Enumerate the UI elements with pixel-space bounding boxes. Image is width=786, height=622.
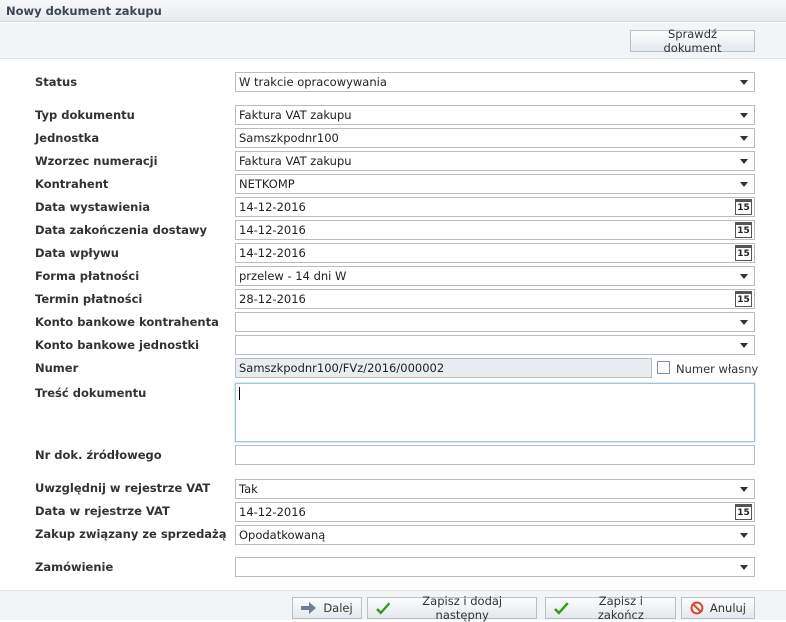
number-field: Samszkpodnr100/FVz/2016/000002 — [235, 358, 652, 378]
window-titlebar: Nowy dokument zakupu — [0, 0, 786, 22]
check-document-label: Sprawdź dokument — [663, 27, 722, 55]
chevron-down-icon[interactable] — [740, 320, 748, 325]
document-content-textarea[interactable] — [235, 383, 755, 442]
chevron-down-icon[interactable] — [740, 274, 748, 279]
unit-label: Jednostka — [35, 131, 100, 145]
cancel-label: Anuluj — [709, 601, 746, 615]
save-and-close-label: Zapisz i zakończ — [597, 594, 644, 622]
source-doc-number-label: Nr dok. źródłowego — [35, 448, 162, 462]
chevron-down-icon[interactable] — [740, 487, 748, 492]
own-number-label[interactable]: Numer własny — [676, 362, 758, 376]
vat-register-date-label: Data w rejestrze VAT — [35, 504, 170, 518]
next-button[interactable]: Dalej — [292, 597, 362, 619]
contractor-bank-account-label: Konto bankowe kontrahenta — [35, 315, 219, 329]
window-title: Nowy dokument zakupu — [6, 4, 162, 18]
contractor-bank-account-select[interactable] — [235, 312, 755, 332]
bottom-toolbar: Dalej Zapisz i dodaj następny Zapisz i z… — [0, 590, 786, 622]
source-doc-number-input[interactable] — [235, 445, 755, 465]
arrow-right-icon — [301, 602, 317, 614]
payment-due-input[interactable]: 28-12-2016 15 — [235, 289, 755, 309]
unit-bank-account-select[interactable] — [235, 335, 755, 355]
numbering-pattern-select[interactable]: Faktura VAT zakupu — [235, 151, 755, 171]
purchase-sales-link-select[interactable]: Opodatkowaną — [235, 525, 755, 545]
cancel-button[interactable]: Anuluj — [681, 597, 755, 619]
contractor-select[interactable]: NETKOMP — [235, 174, 755, 194]
number-label: Numer — [35, 361, 79, 375]
issue-date-input[interactable]: 14-12-2016 15 — [235, 197, 755, 217]
chevron-down-icon[interactable] — [740, 182, 748, 187]
delivery-end-date-label: Data zakończenia dostawy — [35, 223, 208, 237]
order-label: Zamówienie — [35, 560, 114, 574]
payment-method-select[interactable]: przelew - 14 dni W — [235, 266, 755, 286]
check-document-button[interactable]: Sprawdź dokument — [630, 27, 755, 55]
chevron-down-icon[interactable] — [740, 343, 748, 348]
receipt-date-label: Data wpływu — [35, 246, 119, 260]
include-vat-register-label: Uwzględnij w rejestrze VAT — [35, 481, 211, 495]
chevron-down-icon[interactable] — [740, 113, 748, 118]
chevron-down-icon[interactable] — [740, 136, 748, 141]
calendar-icon[interactable]: 15 — [735, 222, 752, 238]
checkmark-icon — [554, 601, 569, 615]
payment-due-label: Termin płatności — [35, 292, 143, 306]
vat-register-date-input[interactable]: 14-12-2016 15 — [235, 502, 755, 522]
document-type-select[interactable]: Faktura VAT zakupu — [235, 105, 755, 125]
document-type-label: Typ dokumentu — [35, 108, 135, 122]
issue-date-label: Data wystawienia — [35, 200, 151, 214]
purchase-sales-link-label: Zakup związany ze sprzedażą — [35, 527, 227, 541]
order-select[interactable] — [235, 557, 755, 577]
chevron-down-icon[interactable] — [740, 159, 748, 164]
chevron-down-icon[interactable] — [740, 80, 748, 85]
status-select[interactable]: W trakcie opracowywania — [235, 72, 755, 92]
top-toolbar: Sprawdź dokument — [0, 23, 786, 59]
save-and-add-next-label: Zapisz i dodaj następny — [422, 594, 503, 622]
calendar-icon[interactable]: 15 — [735, 291, 752, 307]
text-caret — [239, 387, 240, 400]
document-content-label: Treść dokumentu — [35, 386, 147, 400]
delivery-end-date-input[interactable]: 14-12-2016 15 — [235, 220, 755, 240]
chevron-down-icon[interactable] — [740, 533, 748, 538]
cancel-icon — [690, 601, 704, 615]
numbering-pattern-label: Wzorzec numeracji — [35, 154, 158, 168]
calendar-icon[interactable]: 15 — [735, 199, 752, 215]
include-vat-register-select[interactable]: Tak — [235, 479, 755, 499]
contractor-label: Kontrahent — [35, 177, 109, 191]
next-label: Dalej — [323, 601, 353, 615]
payment-method-label: Forma płatności — [35, 269, 140, 283]
receipt-date-input[interactable]: 14-12-2016 15 — [235, 243, 755, 263]
save-and-close-button[interactable]: Zapisz i zakończ — [545, 594, 676, 622]
unit-select[interactable]: Samszkpodnr100 — [235, 128, 755, 148]
save-and-add-next-button[interactable]: Zapisz i dodaj następny — [367, 594, 537, 622]
status-label: Status — [35, 75, 78, 89]
calendar-icon[interactable]: 15 — [735, 245, 752, 261]
own-number-checkbox[interactable] — [657, 361, 670, 374]
unit-bank-account-label: Konto bankowe jednostki — [35, 338, 200, 352]
calendar-icon[interactable]: 15 — [735, 504, 752, 520]
chevron-down-icon[interactable] — [740, 565, 748, 570]
checkmark-icon — [376, 601, 391, 615]
